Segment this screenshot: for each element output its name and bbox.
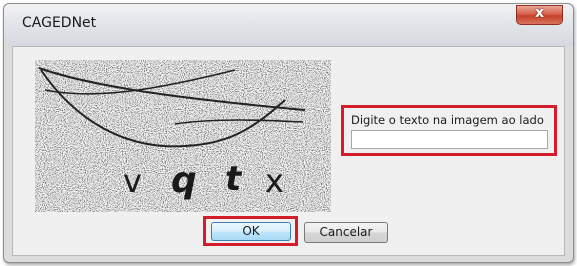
window-title: CAGEDNet bbox=[22, 15, 97, 31]
title-bar[interactable]: CAGEDNet x bbox=[4, 4, 573, 46]
captcha-prompt-label: Digite o texto na imagem ao lado bbox=[351, 113, 544, 127]
captcha-letter-3: t bbox=[225, 159, 243, 199]
captcha-answer-group: Digite o texto na imagem ao lado bbox=[341, 105, 557, 156]
captcha-image: v q t x bbox=[35, 60, 331, 212]
ok-button-highlight: OK bbox=[203, 216, 298, 246]
ok-button[interactable]: OK bbox=[211, 222, 291, 241]
captcha-letter-1: v bbox=[123, 162, 142, 200]
captcha-answer-input[interactable] bbox=[351, 130, 548, 149]
close-button[interactable]: x bbox=[516, 5, 563, 25]
dialog-body: v q t x Digite o texto na imagem ao lado… bbox=[12, 46, 565, 256]
captcha-letter-2: q bbox=[171, 160, 197, 201]
dialog-window: CAGEDNet x v q t x Digite o texto na ima… bbox=[3, 3, 574, 263]
captcha-graphic: v q t x bbox=[35, 60, 331, 212]
captcha-letter-4: x bbox=[265, 162, 284, 200]
close-icon: x bbox=[534, 5, 545, 21]
cancel-button[interactable]: Cancelar bbox=[304, 222, 388, 243]
